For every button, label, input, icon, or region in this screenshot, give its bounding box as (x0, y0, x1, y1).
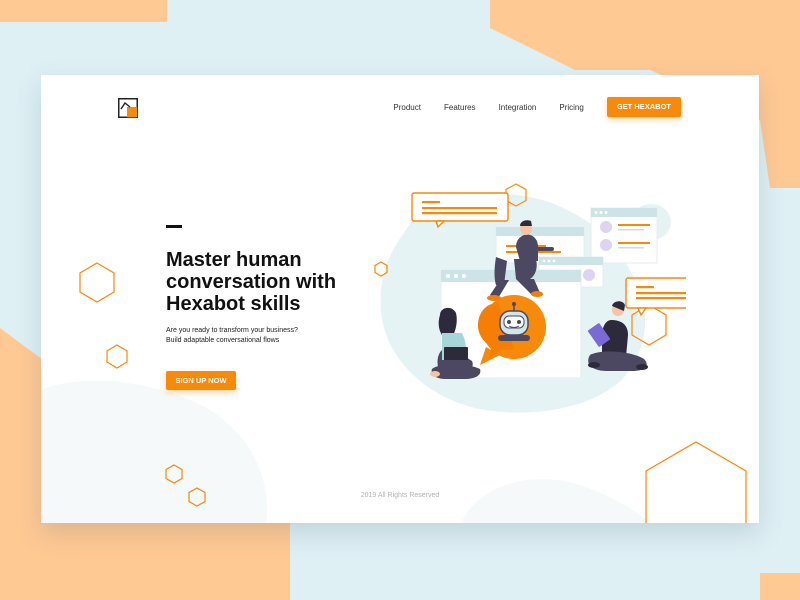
nav-product[interactable]: Product (393, 103, 421, 112)
decorative-blob-left (41, 380, 267, 523)
hero-illustration (374, 183, 686, 413)
laptop-icon (440, 347, 470, 363)
footer-copyright: 2019 All Rights Reserved (360, 492, 440, 499)
nav-pricing[interactable]: Pricing (559, 103, 583, 112)
hero-title: Master human conversation with Hexabot s… (166, 249, 337, 315)
hero-subtitle: Are you ready to transform your business… (166, 326, 366, 346)
peach-shape-bottom-right (760, 573, 800, 600)
hero-subtitle-line-1: Are you ready to transform your business… (166, 327, 298, 334)
hexagon-outline-left-small (106, 344, 128, 369)
landing-page-card: Product Features Integration Pricing GET… (41, 75, 759, 523)
nav-integration[interactable]: Integration (499, 103, 537, 112)
decorative-blob-right (461, 479, 649, 523)
nav-features[interactable]: Features (444, 103, 476, 112)
logo-icon[interactable] (118, 98, 138, 118)
peach-shape-top-left (0, 0, 167, 22)
browser-window-profiles (590, 207, 658, 264)
hero-dash (166, 225, 182, 228)
hero-subtitle-line-2: Build adaptable conversational flows (166, 337, 280, 344)
hexagon-outline-left-large (79, 262, 115, 303)
avatar (583, 269, 595, 281)
hexagon-outline-bottom-right (645, 441, 747, 523)
sign-up-button[interactable]: SIGN UP NOW (166, 371, 236, 390)
get-hexabot-button[interactable]: GET HEXABOT (606, 97, 681, 117)
avatar (600, 239, 612, 251)
avatar (600, 221, 612, 233)
main-nav: Product Features Integration Pricing GET… (393, 97, 681, 117)
